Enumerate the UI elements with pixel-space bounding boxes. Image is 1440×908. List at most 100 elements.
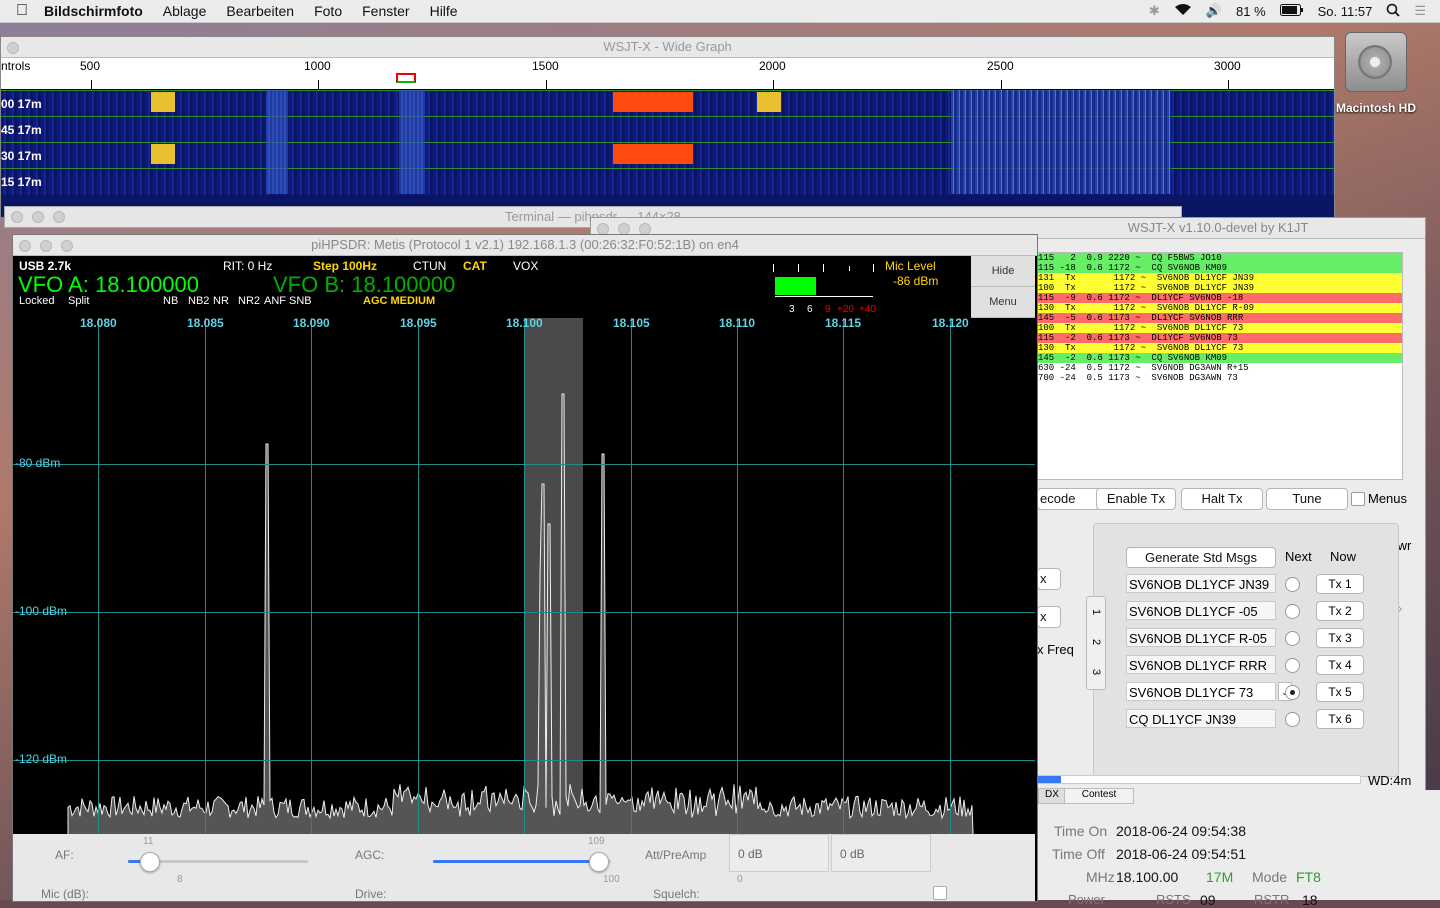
tx-now-button[interactable]: Tx 1 bbox=[1316, 574, 1364, 594]
wifi-icon[interactable] bbox=[1174, 3, 1192, 19]
step-readout[interactable]: Step 100Hz bbox=[313, 259, 377, 273]
snb-indicator[interactable]: SNB bbox=[289, 295, 312, 307]
zoom-icon[interactable] bbox=[53, 211, 65, 223]
ctun-indicator[interactable]: CTUN bbox=[413, 259, 446, 273]
menus-checkbox[interactable] bbox=[1351, 492, 1365, 506]
time-on-value[interactable]: 2018-06-24 09:54:38 bbox=[1116, 823, 1246, 839]
agc-indicator[interactable]: AGC MEDIUM bbox=[363, 295, 435, 307]
af-slider-knob[interactable] bbox=[140, 852, 160, 872]
tx-message-field[interactable]: SV6NOB DL1YCF JN39 bbox=[1126, 574, 1276, 593]
decode-row[interactable]: 145 -2 0.6 1173 ~ CQ SV6NOB KM09 bbox=[1038, 353, 1402, 363]
af-slider[interactable] bbox=[128, 852, 308, 872]
zoom-icon[interactable] bbox=[61, 240, 73, 252]
apple-menu-icon[interactable]:  bbox=[0, 2, 44, 20]
mode-filter[interactable]: USB 2.7k bbox=[19, 259, 71, 273]
side-button[interactable]: x bbox=[1037, 568, 1061, 590]
decode-row[interactable]: 145 -5 0.6 1173 ~ DL1YCF SV6NOB RRR bbox=[1038, 313, 1402, 323]
minimize-icon[interactable] bbox=[40, 240, 52, 252]
nb2-indicator[interactable]: NB2 bbox=[188, 295, 209, 307]
decode-row[interactable]: 115 2 0.9 2220 ~ CQ F5BWS JO10 bbox=[1038, 253, 1402, 263]
menubar-clock[interactable]: So. 11:57 bbox=[1318, 4, 1373, 19]
bluetooth-icon[interactable]: ✱ bbox=[1149, 3, 1160, 19]
decode-row[interactable]: 115 -18 0.6 1172 ~ CQ SV6NOB KM09 bbox=[1038, 263, 1402, 273]
panadapter[interactable]: 18.080 18.085 18.090 18.095 18.100 18.105 18.1… bbox=[13, 318, 1035, 834]
battery-percent[interactable]: 81 % bbox=[1236, 4, 1266, 19]
nr2-indicator[interactable]: NR2 bbox=[238, 295, 260, 307]
preamp-field[interactable]: 0 dB bbox=[831, 834, 931, 872]
enable-tx-button[interactable]: Enable Tx bbox=[1096, 488, 1176, 510]
decode-row[interactable]: 100 Tx 1172 ~ SV6NOB DL1YCF JN39 bbox=[1038, 283, 1402, 293]
decode-row[interactable]: 130 Tx 1172 ~ SV6NOB DL1YCF 73 bbox=[1038, 343, 1402, 353]
mhz-value[interactable]: 18.100.00 bbox=[1116, 869, 1178, 885]
wide-graph-titlebar[interactable]: WSJT-X - Wide Graph bbox=[1, 37, 1334, 58]
tx-message-field[interactable]: SV6NOB DL1YCF -05 bbox=[1126, 601, 1276, 620]
hard-drive-icon[interactable] bbox=[1345, 32, 1407, 92]
menu-fenster[interactable]: Fenster bbox=[362, 3, 409, 19]
agc-gain-slider-knob[interactable] bbox=[589, 852, 609, 872]
tx-now-button[interactable]: Tx 3 bbox=[1316, 628, 1364, 648]
app-menu[interactable]: Bildschirmfoto bbox=[44, 3, 143, 19]
agc-gain-slider[interactable] bbox=[433, 852, 611, 872]
tx-message-field[interactable]: SV6NOB DL1YCF 73 bbox=[1126, 682, 1276, 701]
tx-message-field[interactable]: CQ DL1YCF JN39 bbox=[1126, 709, 1276, 728]
hide-button[interactable]: Hide bbox=[971, 256, 1035, 287]
tab-3[interactable]: 3 bbox=[1081, 663, 1111, 681]
tx-now-button[interactable]: Tx 2 bbox=[1316, 601, 1364, 621]
next-radio[interactable] bbox=[1285, 712, 1300, 727]
decode-row[interactable]: 115 -2 0.6 1173 ~ DL1YCF SV6NOB 73 bbox=[1038, 333, 1402, 343]
menu-hilfe[interactable]: Hilfe bbox=[430, 3, 458, 19]
rstr-value[interactable]: 18 bbox=[1302, 892, 1318, 908]
next-radio[interactable] bbox=[1285, 631, 1300, 646]
battery-icon[interactable] bbox=[1279, 3, 1304, 19]
decode-row[interactable]: 630 -24 0.5 1172 ~ SV6NOB DG3AWN R+15 bbox=[1038, 363, 1402, 373]
decode-row[interactable]: 100 Tx 1172 ~ SV6NOB DL1YCF 73 bbox=[1038, 323, 1402, 333]
close-icon[interactable] bbox=[7, 42, 19, 54]
cat-indicator[interactable]: CAT bbox=[463, 259, 487, 273]
decode-row[interactable]: 130 Tx 1172 ~ SV6NOB DL1YCF R-09 bbox=[1038, 303, 1402, 313]
decode-button[interactable]: ecode bbox=[1037, 488, 1101, 510]
split-indicator[interactable]: Split bbox=[68, 295, 89, 307]
nb-indicator[interactable]: NB bbox=[163, 295, 178, 307]
menu-bearbeiten[interactable]: Bearbeiten bbox=[226, 3, 294, 19]
notification-center-icon[interactable]: ☰ bbox=[1414, 3, 1426, 19]
side-button[interactable]: x bbox=[1037, 606, 1061, 628]
rx-frequency-decodes[interactable]: 115 2 0.9 2220 ~ CQ F5BWS JO10 115 -18 0.… bbox=[1037, 252, 1403, 480]
tx-message-field[interactable]: SV6NOB DL1YCF RRR bbox=[1126, 655, 1276, 674]
nr-indicator[interactable]: NR bbox=[213, 295, 229, 307]
rsts-value[interactable]: 09 bbox=[1200, 892, 1216, 908]
tx-now-button[interactable]: Tx 4 bbox=[1316, 655, 1364, 675]
next-radio[interactable] bbox=[1285, 658, 1300, 673]
anf-indicator[interactable]: ANF bbox=[264, 295, 286, 307]
next-radio[interactable] bbox=[1285, 577, 1300, 592]
vox-indicator[interactable]: VOX bbox=[513, 259, 538, 273]
generate-std-msgs-button[interactable]: Generate Std Msgs bbox=[1126, 547, 1276, 568]
volume-icon[interactable]: 🔊 bbox=[1206, 3, 1222, 19]
tx-now-button[interactable]: Tx 5 bbox=[1316, 682, 1364, 702]
tx-now-button[interactable]: Tx 6 bbox=[1316, 709, 1364, 729]
time-off-value[interactable]: 2018-06-24 09:54:51 bbox=[1116, 846, 1246, 862]
tab-2[interactable]: 2 bbox=[1081, 633, 1111, 651]
tab-dx[interactable]: DX bbox=[1038, 788, 1066, 804]
tab-1[interactable]: 1 bbox=[1081, 603, 1111, 621]
frequency-scale[interactable]: ntrols 500 1000 1500 2000 2500 3000 bbox=[1, 58, 1334, 90]
drive-label[interactable]: Macintosh HD bbox=[1330, 101, 1422, 115]
close-icon[interactable] bbox=[11, 211, 23, 223]
tune-button[interactable]: Tune bbox=[1266, 488, 1348, 510]
close-icon[interactable] bbox=[19, 240, 31, 252]
rit-readout[interactable]: RIT: 0 Hz bbox=[223, 259, 272, 273]
controls-label[interactable]: ntrols bbox=[1, 59, 30, 73]
rx-tx-marker[interactable] bbox=[396, 73, 416, 83]
menu-ablage[interactable]: Ablage bbox=[163, 3, 207, 19]
halt-tx-button[interactable]: Halt Tx bbox=[1181, 488, 1263, 510]
tab-contest[interactable]: Contest bbox=[1064, 788, 1134, 804]
locked-indicator[interactable]: Locked bbox=[19, 295, 54, 307]
next-radio[interactable] bbox=[1285, 685, 1300, 700]
minimize-icon[interactable] bbox=[32, 211, 44, 223]
squelch-enable-checkbox[interactable] bbox=[933, 886, 947, 900]
tx-message-field[interactable]: SV6NOB DL1YCF R-05 bbox=[1126, 628, 1276, 647]
waterfall[interactable]: 00 17m 45 17m 30 17m 15 17m bbox=[1, 90, 1334, 217]
spotlight-search-icon[interactable] bbox=[1386, 3, 1400, 20]
menu-button[interactable]: Menu bbox=[971, 287, 1035, 318]
next-radio[interactable] bbox=[1285, 604, 1300, 619]
attenuation-field[interactable]: 0 dB bbox=[729, 834, 829, 872]
